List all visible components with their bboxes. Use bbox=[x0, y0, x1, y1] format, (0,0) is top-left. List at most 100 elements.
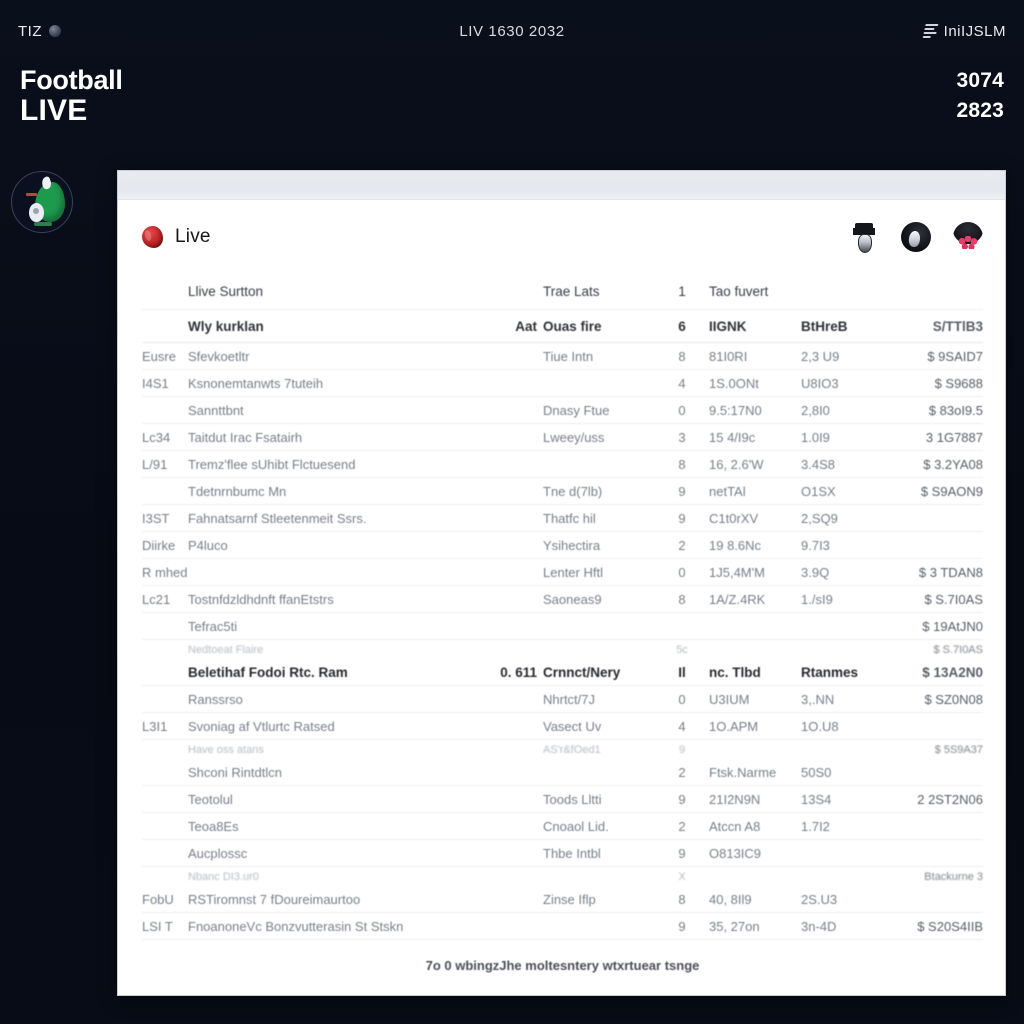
app-root: TIZ LIV 1630 2032 IniIJSLM Football LIVE… bbox=[0, 0, 1024, 1024]
table-row[interactable]: L/91 Tremz'flee sUhibt Flctuesend 8 16, 2.6… bbox=[142, 451, 983, 478]
cell-type: Crnnct/Nery bbox=[543, 664, 621, 680]
table-row[interactable]: I4S1 Ksnonemtanwts 7tuteih 4 1S.0ONt U8IO3 $ … bbox=[142, 370, 983, 397]
cell-a: O813IC9 bbox=[709, 845, 762, 861]
cell-a: nc. Tlbd bbox=[709, 664, 761, 680]
cell-amount: $ S9688 bbox=[934, 375, 983, 391]
cell-num: 8 bbox=[678, 348, 686, 364]
card-header: Live bbox=[118, 200, 1005, 274]
table-footer-note: 7o 0 wbingzJhe moltesntery wtxrtuear tsn… bbox=[425, 958, 700, 973]
signal-bars-icon bbox=[922, 24, 939, 38]
fans-avatar-icon[interactable] bbox=[953, 222, 983, 252]
cell-num: 9 bbox=[678, 743, 686, 756]
cell-num: 2 bbox=[678, 537, 686, 553]
cell-num: 8 bbox=[678, 456, 686, 472]
header-icon-group bbox=[849, 222, 983, 253]
profile-avatar[interactable] bbox=[11, 171, 73, 233]
pin-icon bbox=[29, 203, 44, 222]
cell-type: Thatfc hil bbox=[543, 510, 596, 526]
live-matches-table: Llive Surtton Trae Lats 1 Tao fuvert Wly… bbox=[118, 274, 1005, 973]
col-type-header: Trae Lats bbox=[543, 284, 600, 299]
cell-type: Cnoaol Lid. bbox=[543, 818, 609, 834]
page-title-line1: Football bbox=[20, 65, 123, 95]
cell-code: Lc21 bbox=[142, 591, 171, 607]
cell-b: 3.9Q bbox=[801, 564, 830, 580]
cell-type: Zinse Iflp bbox=[543, 891, 596, 907]
cell-name: Teoa8Es bbox=[188, 818, 239, 834]
cell-name: Tefrac5ti bbox=[188, 618, 238, 634]
live-group[interactable]: Live bbox=[142, 226, 211, 248]
table-row[interactable]: Nbanc DI3.ur0 X Btackurne 3 bbox=[142, 867, 983, 886]
table-row[interactable]: Beletihaf Fodoi Rtc. Ram 0. 611 Crnnct/Ner… bbox=[142, 659, 983, 686]
table-row[interactable]: L3I1 Svoniag af Vtlurtc Ratsed Vasect Uv 4 1… bbox=[142, 713, 983, 740]
cell-a: Atccn A8 bbox=[709, 818, 761, 834]
player-avatar-icon[interactable] bbox=[901, 222, 931, 252]
cell-num: 4 bbox=[678, 375, 686, 391]
table-row[interactable]: R mhed Lenter Hftl 0 1J5,4M'M 3.9Q $ 3 TDAN8 bbox=[142, 559, 983, 586]
table-body: Eusre Sfevkoetltr Tiue Intn 8 81I0RI 2,3 U9 $ … bbox=[142, 343, 983, 940]
cell-num: 4 bbox=[678, 718, 686, 734]
page-title: Football LIVE bbox=[20, 66, 123, 126]
cell-a: 81I0RI bbox=[709, 348, 748, 364]
cell-a: 35, 27on bbox=[709, 918, 760, 934]
status-bar-right-label: IniIJSLM bbox=[943, 22, 1007, 40]
table-row[interactable]: Ranssrso Nhrtct/7J 0 U3IUM 3,.NN $ SZ0N08 bbox=[142, 686, 983, 713]
table-row[interactable]: Sannttbnt Dnasy Ftue 0 9.5:17N0 2,8I0 $ 83oI9… bbox=[142, 397, 983, 424]
hero-stats: 3074 2823 bbox=[956, 66, 1004, 126]
card-top-band bbox=[118, 171, 1005, 200]
cell-a: 1O.APM bbox=[709, 718, 759, 734]
table-row[interactable]: Have oss atans AS'r&fOed1 9 $ 5S9A37 bbox=[142, 740, 983, 759]
table-row[interactable]: Aucplossc Thbe Intbl 9 O813IC9 bbox=[142, 840, 983, 867]
cell-a: 40, 8Il9 bbox=[709, 891, 752, 907]
live-matches-card: Live Llive Surtton Trae Lats 1 Tao fuver… bbox=[117, 170, 1006, 996]
cell-name: Nedtoeat Flaire bbox=[188, 643, 264, 656]
cell-name: Sfevkoetltr bbox=[188, 348, 250, 364]
cell-type: Tne d(7lb) bbox=[543, 483, 603, 499]
cell-amount: $ SZ0N08 bbox=[924, 691, 983, 707]
live-label: Live bbox=[175, 226, 211, 247]
cell-num: 9 bbox=[678, 845, 686, 861]
cell-code: LSI T bbox=[142, 918, 173, 934]
table-row[interactable]: Teotolul Toods Lltti 9 21I2N9N 13S4 2 2ST2N06 bbox=[142, 786, 983, 813]
cell-name: RSTiromnst 7 fDoureimaurtoo bbox=[188, 891, 361, 907]
cell-amount: $ 5S9A37 bbox=[934, 743, 983, 756]
carrier-label: TIZ bbox=[18, 22, 42, 40]
cell-code: Eusre bbox=[142, 348, 176, 364]
cell-name: Ranssrso bbox=[188, 691, 243, 707]
base-icon bbox=[34, 222, 52, 226]
cell-b: 2,3 U9 bbox=[801, 348, 840, 364]
table-row[interactable]: Nedtoeat Flaire 5c $ S.7I0AS bbox=[142, 640, 983, 659]
cell-name: Tostnfdzldhdnft ffanEtstrs bbox=[188, 591, 334, 607]
cell-name: Fahnatsarnf Stleetenmeit Ssrs. bbox=[188, 510, 367, 526]
cell-code: Diirke bbox=[142, 537, 176, 553]
cell-type: AS'r&fOed1 bbox=[543, 743, 601, 756]
table-row[interactable]: Eusre Sfevkoetltr Tiue Intn 8 81I0RI 2,3 U9 $ … bbox=[142, 343, 983, 370]
table-row[interactable]: Diirke P4luco Ysihectira 2 19 8.6Nc 9.7I3 bbox=[142, 532, 983, 559]
cell-name: Tremz'flee sUhibt Flctuesend bbox=[188, 456, 356, 472]
table-row[interactable]: Shconi Rintdtlcn 2 Ftsk.Narme 50S0 bbox=[142, 759, 983, 786]
table-row[interactable]: Teoa8Es Cnoaol Lid. 2 Atccn A8 1.7I2 bbox=[142, 813, 983, 840]
table-row[interactable]: Lc21 Tostnfdzldhdnft ffanEtstrs Saoneas9 8 1… bbox=[142, 586, 983, 613]
table-row[interactable]: Lc34 Taitdut Irac Fsatairh Lweey/uss 3 15 4/… bbox=[142, 424, 983, 451]
cell-num: 8 bbox=[678, 591, 686, 607]
table-row[interactable]: Tefrac5ti $ 19AtJN0 bbox=[142, 613, 983, 640]
stat-secondary: 2823 bbox=[956, 98, 1004, 122]
table-row[interactable]: FobU RSTiromnst 7 fDoureimaurtoo Zinse Ifl… bbox=[142, 886, 983, 913]
col-a-header: Tao fuvert bbox=[709, 284, 769, 299]
cell-amount: $ 3 TDAN8 bbox=[918, 564, 983, 580]
table-row[interactable]: I3ST Fahnatsarnf Stleetenmeit Ssrs. Thatfc… bbox=[142, 505, 983, 532]
cell-b: 1./sI9 bbox=[801, 591, 833, 607]
subheader-amount: S/TTlB3 bbox=[932, 318, 983, 334]
table-row[interactable]: LSI T FnoanoneVc Bonzvutterasin St Stskn 9… bbox=[142, 913, 983, 940]
cell-code: R mhed bbox=[142, 564, 188, 580]
referee-avatar-icon[interactable] bbox=[849, 222, 879, 253]
table-row[interactable]: Tdetnrnbumc Mn Tne d(7lb) 9 netTAl O1SX $ S9A… bbox=[142, 478, 983, 505]
cell-name: Aucplossc bbox=[188, 845, 248, 861]
cell-b: 2S.U3 bbox=[801, 891, 838, 907]
cell-amount: Btackurne 3 bbox=[924, 870, 983, 883]
cell-num: 0 bbox=[678, 402, 686, 418]
cell-amount: $ 3.2YA08 bbox=[923, 456, 983, 472]
cell-type: Thbe Intbl bbox=[543, 845, 601, 861]
status-bar-right: IniIJSLM bbox=[565, 23, 1006, 40]
cell-type: Saoneas9 bbox=[543, 591, 602, 607]
cell-b: 3n-4D bbox=[801, 918, 837, 934]
